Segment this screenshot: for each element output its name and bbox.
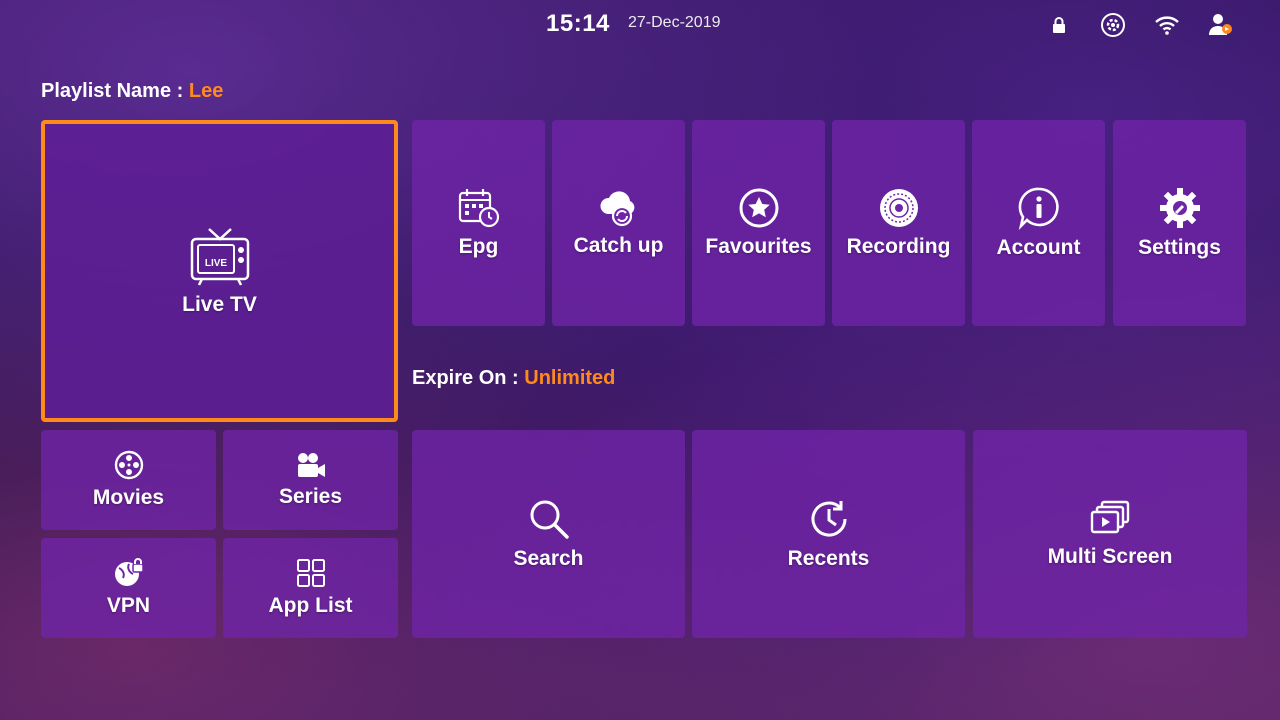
expire-value: Unlimited — [524, 367, 616, 389]
expire-label: Expire On : — [412, 367, 519, 389]
playlist-name: Playlist Name : Lee — [41, 80, 223, 103]
movies-tile[interactable]: Movies — [41, 430, 216, 530]
recents-tile[interactable]: Recents — [692, 430, 965, 638]
recording-tile[interactable]: Recording — [832, 120, 965, 326]
vpn-tile[interactable]: VPN — [41, 538, 216, 638]
recording-label: Recording — [846, 235, 951, 258]
catch-up-label: Catch up — [573, 234, 664, 257]
settings-label: Settings — [1138, 236, 1221, 259]
user-switch-icon[interactable] — [1206, 10, 1236, 40]
status-icons — [1044, 10, 1236, 40]
vpn-label: VPN — [106, 594, 151, 617]
clock-date: 27-Dec-2019 — [628, 14, 721, 31]
vpn-globe-icon — [113, 558, 145, 588]
search-icon — [527, 497, 571, 541]
epg-label: Epg — [458, 235, 499, 258]
clock-icon — [807, 497, 851, 541]
search-label: Search — [513, 547, 584, 570]
lock-icon[interactable] — [1044, 10, 1074, 40]
video-camera-icon — [295, 451, 327, 479]
grid-icon — [296, 558, 326, 588]
settings-circle-icon[interactable] — [1098, 10, 1128, 40]
account-tile[interactable]: Account — [972, 120, 1105, 326]
series-label: Series — [278, 485, 343, 508]
playlist-value: Lee — [188, 80, 224, 102]
info-icon — [1017, 186, 1061, 230]
recents-label: Recents — [787, 547, 870, 570]
film-reel-icon — [114, 450, 144, 480]
favourites-label: Favourites — [705, 235, 812, 258]
app-list-tile[interactable]: App List — [223, 538, 398, 638]
multi-screen-tile[interactable]: Multi Screen — [973, 430, 1247, 638]
epg-tile[interactable]: Epg — [412, 120, 545, 326]
multi-screen-label: Multi Screen — [1047, 545, 1173, 568]
expire-info: Expire On : Unlimited — [412, 367, 615, 390]
multi-screen-icon — [1088, 499, 1132, 539]
search-tile[interactable]: Search — [412, 430, 685, 638]
live-tv-label: Live TV — [182, 293, 257, 316]
gear-icon — [1158, 186, 1202, 230]
series-tile[interactable]: Series — [223, 430, 398, 530]
live-tv-icon: LIVE — [187, 225, 253, 287]
epg-calendar-icon — [457, 187, 501, 229]
disc-icon — [878, 187, 920, 229]
svg-text:LIVE: LIVE — [204, 258, 227, 269]
cloud-sync-icon — [596, 188, 642, 228]
playlist-label: Playlist Name : — [41, 80, 184, 102]
star-icon — [738, 187, 780, 229]
app-list-label: App List — [268, 594, 353, 617]
catch-up-tile[interactable]: Catch up — [552, 120, 685, 326]
favourites-tile[interactable]: Favourites — [692, 120, 825, 326]
settings-tile[interactable]: Settings — [1113, 120, 1246, 326]
clock-time: 15:14 — [546, 10, 610, 37]
movies-label: Movies — [92, 486, 165, 509]
live-tv-tile[interactable]: LIVE Live TV — [41, 120, 398, 422]
account-label: Account — [996, 236, 1081, 259]
wifi-icon[interactable] — [1152, 10, 1182, 40]
